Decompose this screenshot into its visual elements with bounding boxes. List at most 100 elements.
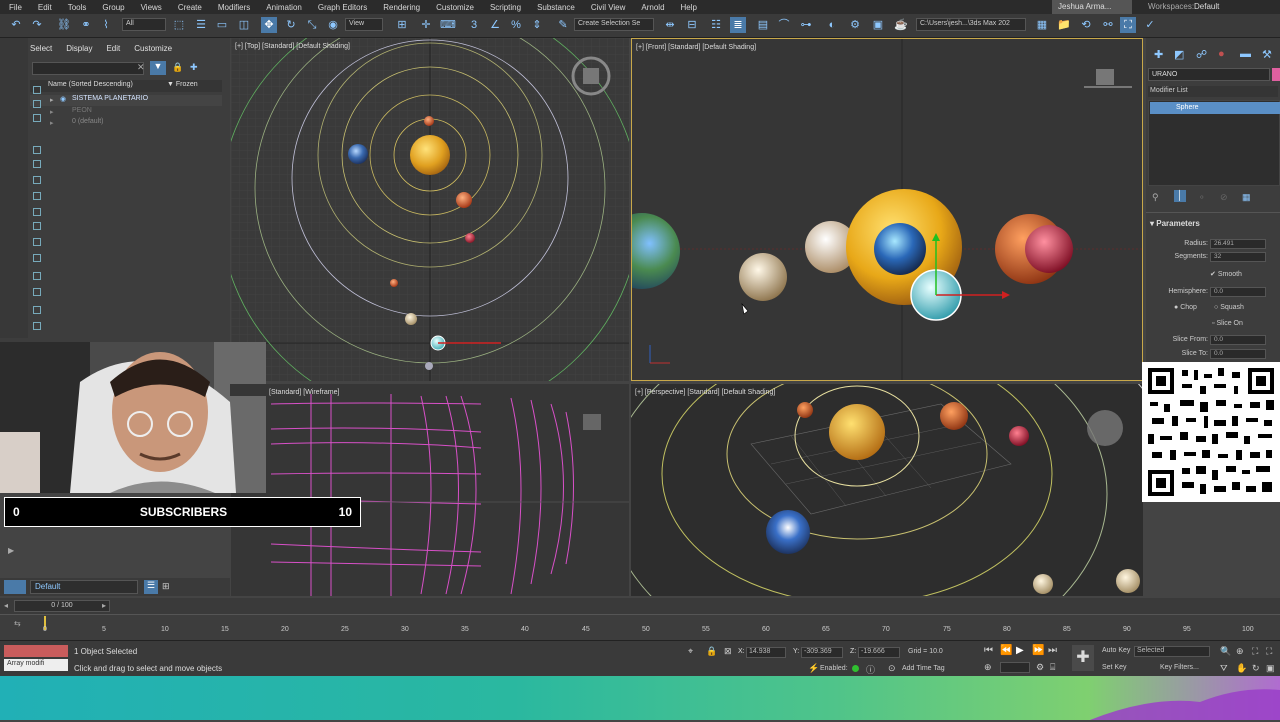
viewport-top-label[interactable]: [+] [Top] [Standard] [Default Shading] [235, 43, 350, 50]
layer-explorer-icon[interactable] [4, 580, 26, 594]
modify-tab-icon[interactable]: ◩ [1174, 48, 1184, 61]
pin-stack-icon[interactable]: ⚲ [1152, 192, 1159, 203]
user-account[interactable]: Jeshua Arma... [1052, 0, 1132, 14]
menu-customize[interactable]: Customize [428, 3, 482, 12]
column-name-header[interactable]: Name (Sorted Descending) [48, 81, 133, 88]
viewport-perspective[interactable]: [+] [Perspective] [Standard] [Default Sh… [631, 384, 1143, 596]
menu-views[interactable]: Views [133, 3, 170, 12]
explorer-tab-select[interactable]: Select [30, 44, 52, 53]
reference-coordinate-dropdown[interactable]: View [345, 18, 383, 31]
display-influences-icon[interactable] [33, 322, 41, 330]
x-coordinate-field[interactable]: 14.938 [746, 647, 786, 658]
material-editor-icon[interactable]: ◐ [824, 17, 840, 33]
key-filters-button[interactable]: Key Filters... [1160, 664, 1199, 671]
display-bones-icon[interactable] [33, 238, 41, 246]
timeline-ruler[interactable]: ⇆ 0 5 10 15 20 25 30 35 40 45 50 55 60 6… [0, 614, 1280, 640]
set-key-icon[interactable]: ✚ [1072, 645, 1094, 671]
play-icon[interactable]: ▶ [1016, 645, 1024, 656]
column-frozen-header[interactable]: ▼ Frozen [167, 81, 198, 88]
rendered-frame-window-icon[interactable]: ▣ [870, 17, 886, 33]
link-icon[interactable]: ⛓ [56, 17, 72, 33]
named-selection-set-dropdown[interactable]: Create Selection Se [574, 18, 654, 31]
select-move-icon[interactable]: ✥ [261, 17, 277, 33]
chop-radio[interactable]: ● Chop [1174, 304, 1197, 311]
menu-file[interactable]: File [0, 3, 30, 12]
time-configuration-icon[interactable]: ⚙ [1036, 662, 1044, 673]
zoom-extents-icon[interactable]: ⛶ [1252, 646, 1258, 657]
set-key-button[interactable]: Set Key [1102, 664, 1127, 671]
display-cameras-icon[interactable] [33, 160, 41, 168]
display-groups-icon[interactable] [33, 208, 41, 216]
expand-arrow-icon[interactable]: ▸ [50, 108, 54, 116]
configure-sets-icon[interactable]: ▦ [1242, 192, 1251, 203]
region-select-icon[interactable]: ▭ [214, 17, 230, 33]
add-time-tag[interactable]: Add Time Tag [902, 665, 945, 672]
field-of-view-icon[interactable]: ⛛ [1220, 663, 1228, 674]
display-all-icon[interactable] [33, 254, 41, 262]
spinner-snap-icon[interactable]: ⇕ [529, 17, 545, 33]
check-icon[interactable]: ✓ [1142, 17, 1158, 33]
maximize-viewport-icon[interactable]: ▣ [1266, 663, 1275, 674]
stack-item-sphere[interactable]: Sphere [1150, 102, 1280, 114]
display-xrefs-icon[interactable] [33, 222, 41, 230]
filter-icon[interactable]: ▼ [150, 61, 166, 75]
display-helpers-icon[interactable] [33, 176, 41, 184]
parameters-rollout[interactable]: ▾ Parameters [1150, 219, 1200, 228]
param-hemisphere-value[interactable]: 0.0 [1210, 287, 1266, 297]
undo-icon[interactable]: ↶ [8, 17, 24, 33]
display-lights-icon[interactable] [33, 146, 41, 154]
viewport-front[interactable]: [+] [Front] [Standard] [Default Shading] [631, 38, 1143, 381]
show-end-result-icon[interactable]: │ [1174, 190, 1186, 202]
explorer-tab-edit[interactable]: Edit [106, 44, 120, 53]
maxscript-mini-listener[interactable]: Array modifi [4, 659, 68, 671]
zoom-extents-all-icon[interactable]: ⛶ [1266, 646, 1272, 657]
param-segments-value[interactable]: 32 [1210, 252, 1266, 262]
param-radius[interactable]: Radius: 26.491 [1146, 239, 1280, 251]
zoom-icon[interactable]: 🔍 [1220, 646, 1231, 657]
layer-hierarchy-icon[interactable]: ⊞ [162, 581, 170, 592]
motion-tab-icon[interactable]: ● [1218, 48, 1225, 60]
param-hemisphere[interactable]: Hemisphere: 0.0 [1146, 287, 1280, 299]
display-shapes-icon[interactable] [33, 114, 41, 122]
isolate-selection-icon[interactable]: ⌖ [688, 646, 693, 657]
menu-tools[interactable]: Tools [60, 3, 95, 12]
display-none-icon[interactable] [33, 272, 41, 280]
display-spacewarps-icon[interactable] [33, 192, 41, 200]
menu-arnold[interactable]: Arnold [633, 3, 672, 12]
orbit-icon[interactable]: ↻ [1252, 663, 1260, 674]
go-to-start-icon[interactable]: ⏮ [984, 645, 993, 656]
selection-lock-icon[interactable]: 🔒 [706, 646, 717, 657]
display-children-icon[interactable] [33, 306, 41, 314]
select-rotate-icon[interactable]: ↻ [283, 17, 299, 33]
param-slice-to-value[interactable]: 0.0 [1210, 349, 1266, 359]
key-filter-icon[interactable]: ⌸ [1050, 662, 1055, 673]
layer-settings-icon[interactable]: ☰ [144, 580, 158, 594]
align-icon[interactable]: ⊟ [684, 17, 700, 33]
menu-edit[interactable]: Edit [30, 3, 60, 12]
eye-icon[interactable]: ◉ [60, 95, 66, 103]
clear-search-icon[interactable]: ✕ [137, 62, 145, 73]
select-manipulate-icon[interactable]: ✛ [418, 17, 434, 33]
selection-filter-dropdown[interactable]: All [122, 18, 166, 31]
expand-arrow-icon[interactable]: ▸ [50, 119, 54, 127]
go-to-end-icon[interactable]: ⏭ [1048, 645, 1057, 656]
viewport-left-label[interactable]: [Standard] [Wireframe] [269, 389, 339, 396]
modifier-list-dropdown[interactable]: Modifier List [1148, 86, 1278, 97]
time-next-icon[interactable]: ▸ [102, 601, 106, 610]
make-unique-icon[interactable]: ⚬ [1198, 192, 1206, 203]
maxscript-listener-output[interactable] [4, 645, 68, 657]
time-slider[interactable]: 0 / 100 [14, 600, 110, 612]
slice-on-checkbox[interactable]: ▫ Slice On [1212, 320, 1243, 327]
edit-named-selection-icon[interactable]: ✎ [555, 17, 571, 33]
pivot-center-icon[interactable]: ⊞ [394, 17, 410, 33]
select-scale-icon[interactable]: ⤡ [304, 17, 320, 33]
adaptive-degradation-icon[interactable]: ⚡ [808, 663, 819, 674]
expert-mode-icon[interactable]: ⛶ [1120, 17, 1136, 33]
explorer-row-default[interactable]: ▸ 0 (default) [30, 118, 222, 129]
unlink-icon[interactable]: ⚭ [78, 17, 94, 33]
y-coordinate-field[interactable]: -309.369 [801, 647, 843, 658]
time-tag-icon[interactable]: ⓘ [866, 663, 875, 676]
param-radius-value[interactable]: 26.491 [1210, 239, 1266, 249]
toggle-layer-explorer-icon[interactable]: ≣ [730, 17, 746, 33]
expand-arrow-icon[interactable]: ▸ [50, 96, 54, 104]
